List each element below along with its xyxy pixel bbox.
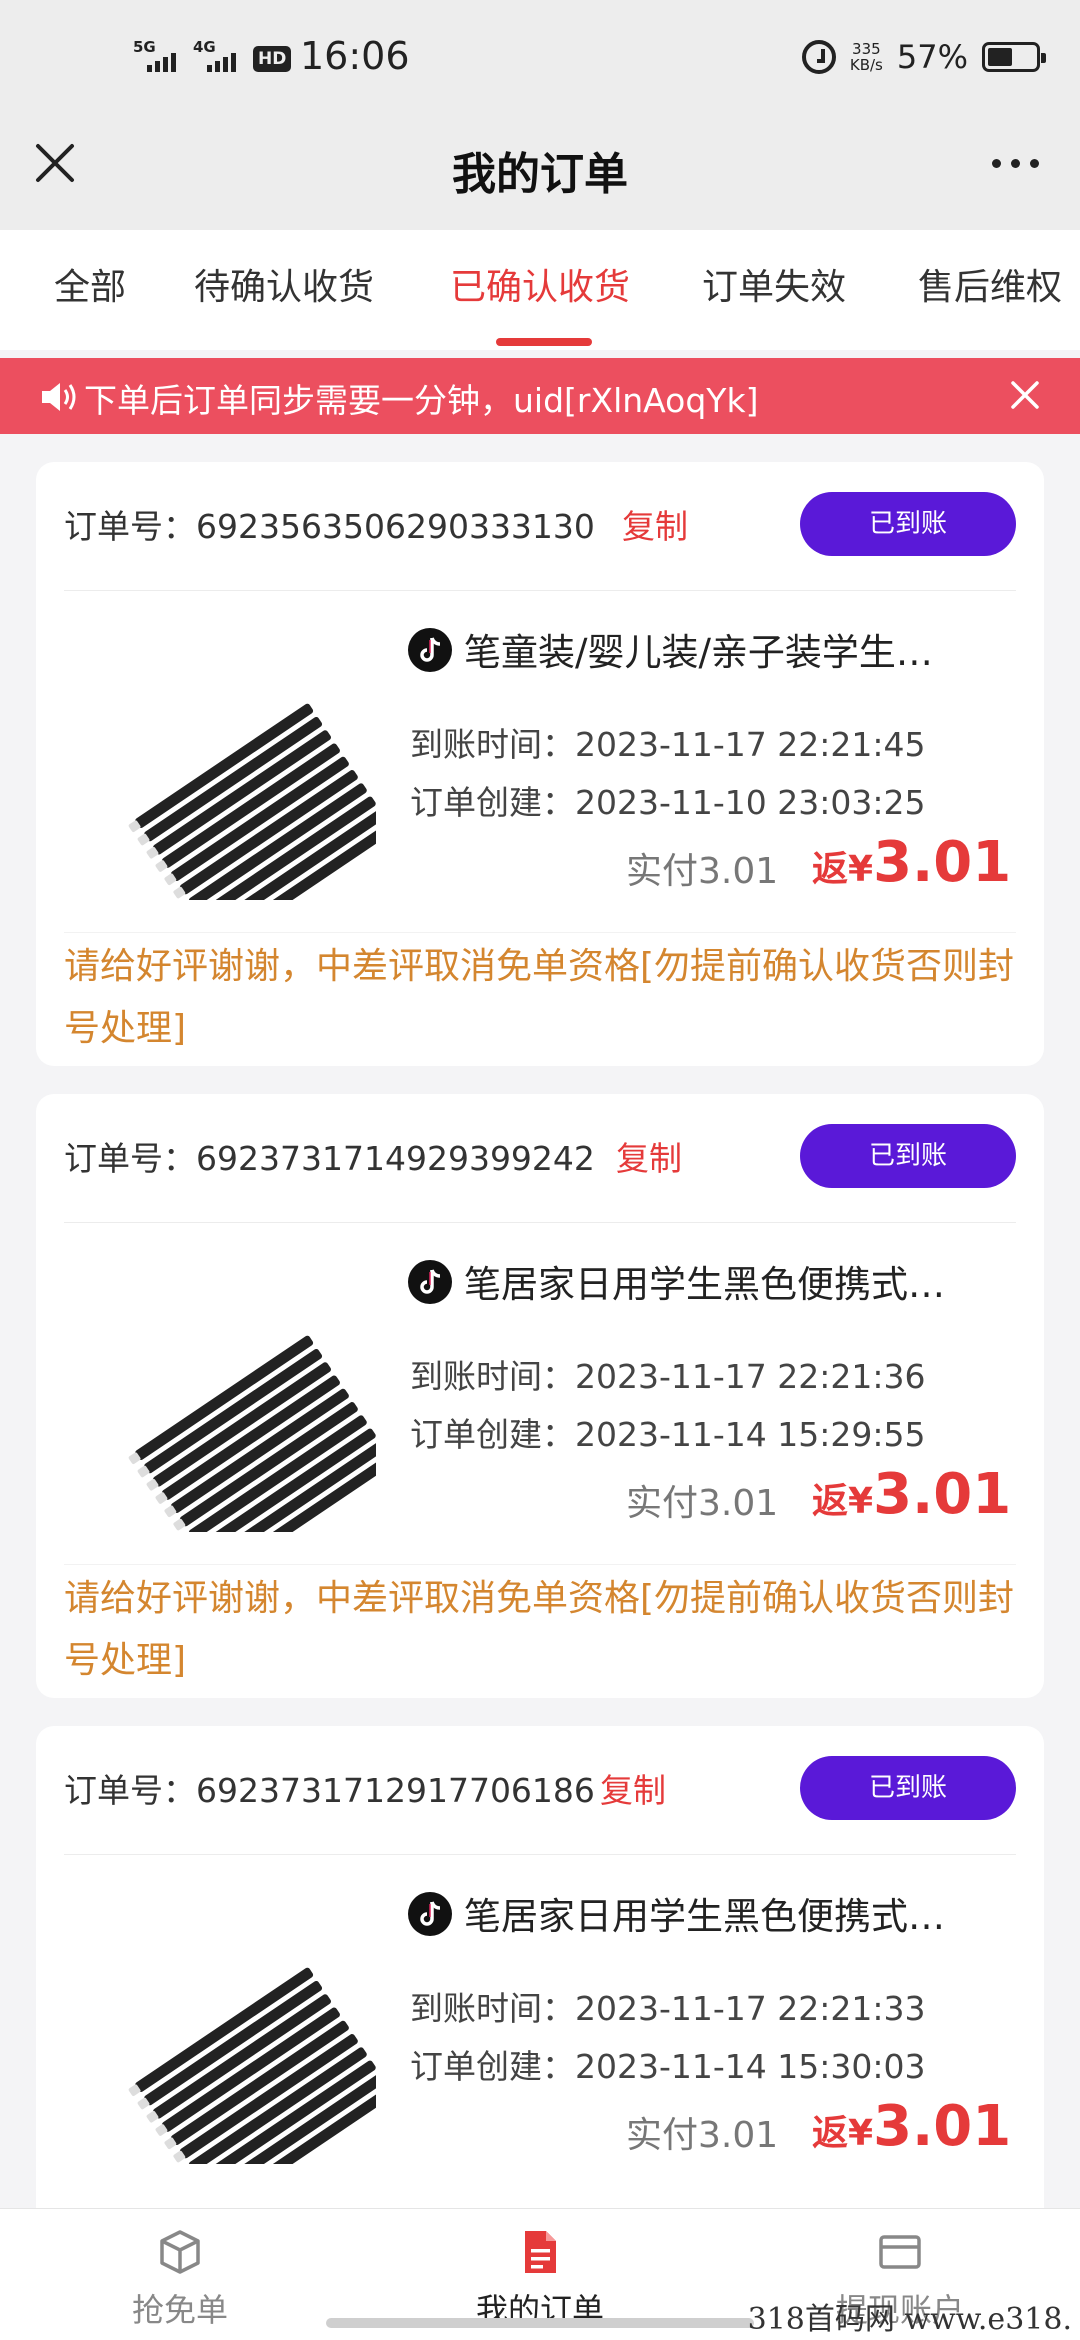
arrival-time: 2023-11-17 22:21:45 bbox=[575, 725, 926, 764]
network-speed: 335 KB/s bbox=[850, 41, 883, 73]
battery-percent: 57% bbox=[896, 38, 968, 76]
tab-pending-receipt[interactable]: 待确认收货 bbox=[194, 258, 374, 310]
divider bbox=[64, 932, 1016, 933]
copy-order-number-button[interactable]: 复制 bbox=[622, 500, 688, 548]
tab-all[interactable]: 全部 bbox=[54, 258, 126, 310]
order-number-label: 订单号： bbox=[64, 1139, 196, 1178]
speed-value: 335 bbox=[852, 40, 881, 58]
divider bbox=[64, 1854, 1016, 1855]
order-tabs: 全部 待确认收货 已确认收货 订单失效 售后维权 bbox=[0, 230, 1080, 350]
active-tab-indicator bbox=[496, 338, 592, 346]
close-notice-icon[interactable] bbox=[1008, 378, 1042, 412]
arrival-time-label: 到账时间： bbox=[410, 1989, 575, 2028]
order-number-label: 订单号： bbox=[64, 507, 196, 546]
cashback-amount: 3.01 bbox=[873, 830, 1012, 895]
box-icon bbox=[155, 2227, 205, 2277]
tiktok-icon bbox=[408, 628, 452, 672]
app-header: 我的订单 bbox=[0, 120, 1080, 230]
arrival-time-label: 到账时间： bbox=[410, 725, 575, 764]
copy-order-number-button[interactable]: 复制 bbox=[600, 1764, 666, 1812]
arrival-time: 2023-11-17 22:21:36 bbox=[575, 1357, 926, 1396]
created-time-label: 订单创建： bbox=[410, 783, 575, 822]
speed-unit: KB/s bbox=[849, 56, 883, 74]
order-number: 6923563506290333130 bbox=[196, 507, 595, 546]
tab-invalid[interactable]: 订单失效 bbox=[702, 258, 846, 310]
order-card: 订单号：6923563506290333130 复制 已到账 笔童装/婴儿装/亲… bbox=[36, 462, 1044, 1066]
created-time-label: 订单创建： bbox=[410, 1415, 575, 1454]
home-indicator[interactable] bbox=[326, 2318, 754, 2328]
product-image[interactable] bbox=[76, 1252, 376, 1532]
cashback: 返¥3.01 bbox=[812, 830, 1011, 895]
created-time: 2023-11-14 15:30:03 bbox=[575, 2047, 926, 2086]
nav-label: 抢免单 bbox=[131, 2291, 228, 2329]
arrival-time-row: 到账时间：2023-11-17 22:21:45 bbox=[410, 718, 925, 766]
arrival-time-label: 到账时间： bbox=[410, 1357, 575, 1396]
tiktok-icon bbox=[408, 1892, 452, 1936]
divider bbox=[64, 1222, 1016, 1223]
signal-5g-icon: 5G bbox=[133, 38, 179, 74]
nav-my-orders[interactable]: 我的订单 bbox=[410, 2227, 670, 2331]
product-title[interactable]: 笔居家日用学生黑色便携式… bbox=[464, 1254, 1024, 1308]
speaker-icon bbox=[40, 380, 80, 414]
cashback: 返¥3.01 bbox=[812, 2094, 1011, 2159]
cashback-amount: 3.01 bbox=[873, 1462, 1012, 1527]
product-title[interactable]: 笔童装/婴儿装/亲子装学生… bbox=[464, 622, 1024, 676]
cashback-label: 返¥ bbox=[812, 2113, 874, 2154]
battery-icon bbox=[982, 42, 1046, 72]
divider bbox=[64, 590, 1016, 591]
order-number-row: 订单号：6923731714929399242 bbox=[64, 1132, 595, 1180]
alarm-icon bbox=[801, 40, 836, 74]
order-note: 请给好评谢谢，中差评取消免单资格[勿提前确认收货否则封号处理] bbox=[64, 1578, 1015, 1681]
document-icon bbox=[515, 2227, 565, 2277]
page-title: 我的订单 bbox=[452, 149, 628, 200]
order-card: 订单号：6923731714929399242 复制 已到账 笔居家日用学生黑色… bbox=[36, 1094, 1044, 1698]
tab-after-sales[interactable]: 售后维权 bbox=[918, 258, 1062, 310]
created-time-row: 订单创建：2023-11-10 23:03:25 bbox=[410, 776, 925, 824]
copy-order-number-button[interactable]: 复制 bbox=[616, 1132, 682, 1180]
created-time-row: 订单创建：2023-11-14 15:30:03 bbox=[410, 2040, 925, 2088]
paid-amount: 实付3.01 bbox=[626, 1483, 779, 1524]
watermark: 318首码网 www.e318. bbox=[747, 2302, 1072, 2337]
arrival-time: 2023-11-17 22:21:33 bbox=[575, 1989, 926, 2028]
status-badge[interactable]: 已到账 bbox=[800, 492, 1016, 556]
product-image[interactable] bbox=[76, 1884, 376, 2164]
cashback-amount: 3.01 bbox=[873, 2094, 1012, 2159]
tiktok-icon bbox=[408, 1260, 452, 1304]
paid-amount: 实付3.01 bbox=[626, 2115, 779, 2156]
order-note: 请给好评谢谢，中差评取消免单资格[勿提前确认收货否则封号处理] bbox=[64, 946, 1015, 1049]
created-time: 2023-11-14 15:29:55 bbox=[575, 1415, 926, 1454]
order-number: 6923731712917706186 bbox=[196, 1771, 595, 1810]
cashback-label: 返¥ bbox=[812, 849, 874, 890]
product-title[interactable]: 笔居家日用学生黑色便携式… bbox=[464, 1886, 1024, 1940]
status-bar: 5G 4G HD 16:06 335 KB/s 57% bbox=[0, 0, 1080, 120]
paid-amount: 实付3.01 bbox=[626, 851, 779, 892]
cashback-label: 返¥ bbox=[812, 1481, 874, 1522]
order-card: 订单号：6923731712917706186 复制 已到账 笔居家日用学生黑色… bbox=[36, 1726, 1044, 2246]
notice-text: 下单后订单同步需要一分钟，uid[rXlnAoqYk] bbox=[84, 381, 759, 420]
created-time: 2023-11-10 23:03:25 bbox=[575, 783, 926, 822]
order-number-row: 订单号：6923731712917706186 bbox=[64, 1764, 595, 1812]
wallet-icon bbox=[875, 2227, 925, 2277]
status-right: 335 KB/s 57% bbox=[801, 38, 1046, 76]
cashback: 返¥3.01 bbox=[812, 1462, 1011, 1527]
notice-banner: 下单后订单同步需要一分钟，uid[rXlnAoqYk] bbox=[0, 358, 1080, 434]
tab-confirmed-receipt[interactable]: 已确认收货 bbox=[450, 258, 630, 310]
status-badge[interactable]: 已到账 bbox=[800, 1756, 1016, 1820]
product-image[interactable] bbox=[76, 620, 376, 900]
nav-grab-free-order[interactable]: 抢免单 bbox=[50, 2227, 310, 2331]
more-options-icon[interactable] bbox=[980, 138, 1050, 188]
network-indicators: 5G 4G HD bbox=[133, 38, 292, 74]
order-number: 6923731714929399242 bbox=[196, 1139, 595, 1178]
signal-4g-icon: 4G bbox=[193, 38, 239, 74]
status-badge[interactable]: 已到账 bbox=[800, 1124, 1016, 1188]
order-number-row: 订单号：6923563506290333130 bbox=[64, 500, 595, 548]
hd-voice-icon: HD bbox=[253, 46, 292, 72]
order-number-label: 订单号： bbox=[64, 1771, 196, 1810]
created-time-row: 订单创建：2023-11-14 15:29:55 bbox=[410, 1408, 925, 1456]
clock: 16:06 bbox=[300, 34, 410, 78]
created-time-label: 订单创建： bbox=[410, 2047, 575, 2086]
arrival-time-row: 到账时间：2023-11-17 22:21:33 bbox=[410, 1982, 925, 2030]
divider bbox=[64, 1564, 1016, 1565]
arrival-time-row: 到账时间：2023-11-17 22:21:36 bbox=[410, 1350, 925, 1398]
